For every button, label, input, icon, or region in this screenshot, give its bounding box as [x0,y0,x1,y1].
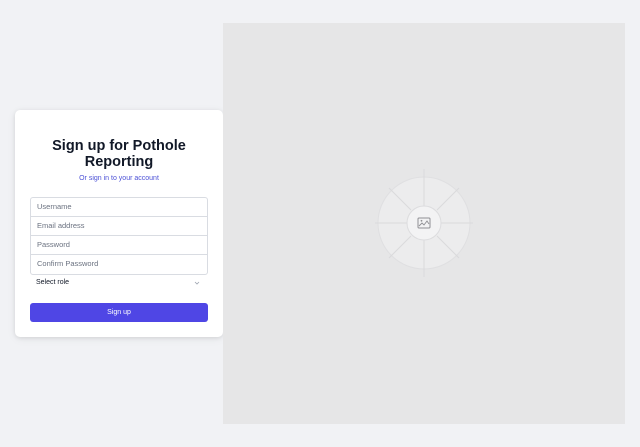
username-input[interactable]: Username [31,198,207,217]
signin-link[interactable]: sign in to your account [89,175,159,182]
signup-form-fields: Username Email address Password Confirm … [30,197,208,275]
page-title: Sign up for Pothole Reporting [15,138,223,170]
page-title-line-1: Sign up for Pothole [52,138,186,154]
page-title-line-2: Reporting [84,154,154,170]
signin-prompt-prefix: Or [79,175,89,182]
password-input[interactable]: Password [31,236,207,255]
role-select[interactable]: Select role [30,274,208,292]
signup-button[interactable]: Sign up [30,303,208,322]
image-placeholder [223,23,625,424]
email-input[interactable]: Email address [31,217,207,236]
role-select-label: Select role [36,279,70,286]
signup-card: Sign up for Pothole Reporting Or sign in… [15,110,223,337]
image-placeholder-graphic [375,169,473,277]
confirm-password-input[interactable]: Confirm Password [31,255,207,274]
signin-prompt: Or sign in to your account [15,174,223,184]
chevron-down-icon [194,281,200,285]
